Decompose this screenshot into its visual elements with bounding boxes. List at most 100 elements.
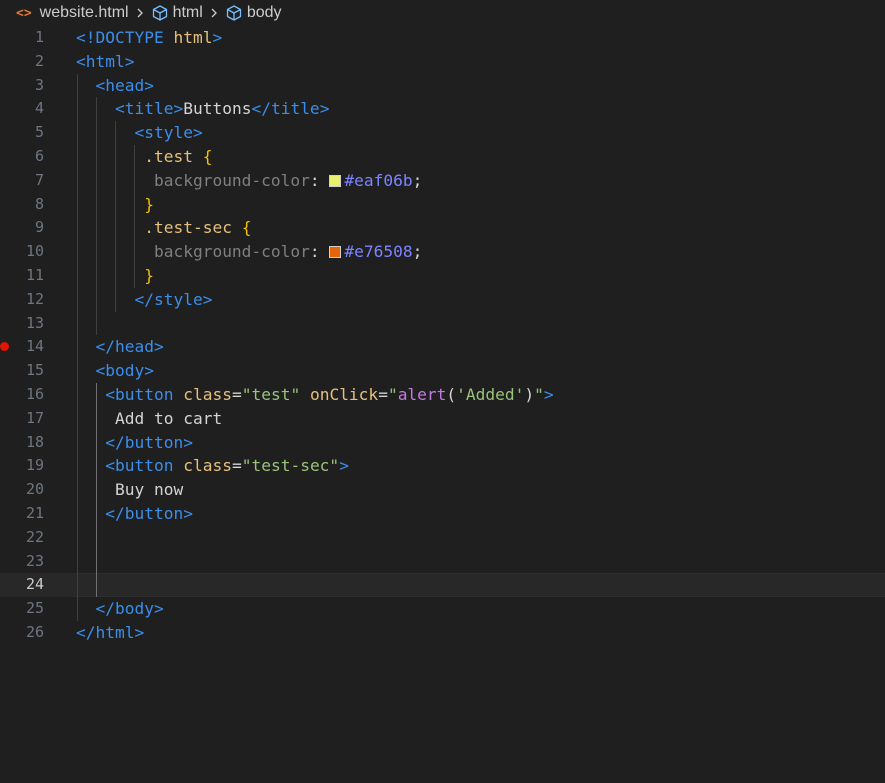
- code-line[interactable]: 21 </button>: [0, 502, 885, 526]
- code-text: background-color: #e76508;: [76, 240, 422, 264]
- code-token: >: [124, 51, 135, 71]
- code-line[interactable]: 14 </head>: [0, 335, 885, 359]
- code-token: >: [153, 337, 164, 357]
- code-token: ;: [412, 170, 423, 190]
- html-file-icon: <>: [16, 5, 32, 21]
- code-token: class: [183, 384, 232, 404]
- code-editor[interactable]: 1 <!DOCTYPE html> 2 <html> 3 <head> 4 <title>…: [0, 26, 885, 645]
- color-swatch[interactable]: [329, 246, 342, 259]
- code-token: title: [124, 99, 174, 119]
- code-line[interactable]: 16 <button class="test" onClick="alert('…: [0, 383, 885, 407]
- code-line[interactable]: 24: [0, 573, 885, 598]
- line-number: 13: [25, 313, 44, 332]
- code-token: =: [231, 456, 242, 476]
- code-line[interactable]: 17 Add to cart: [0, 407, 885, 431]
- chevron-right-icon: [133, 6, 147, 20]
- code-line[interactable]: 20 Buy now: [0, 478, 885, 502]
- code-line[interactable]: 11 }: [0, 264, 885, 288]
- code-line[interactable]: 26 </html>: [0, 621, 885, 645]
- code-line[interactable]: 19 <button class="test-sec">: [0, 454, 885, 478]
- code-token: </: [134, 289, 154, 309]
- line-number: 6: [34, 146, 44, 165]
- breadcrumb-file[interactable]: <> website.html: [16, 4, 129, 22]
- code-line[interactable]: 15 <body>: [0, 359, 885, 383]
- breadcrumb-item-body[interactable]: body: [225, 4, 282, 22]
- code-token: style: [153, 289, 203, 309]
- code-token: {: [241, 218, 252, 238]
- line-number: 18: [25, 432, 44, 451]
- code-token: :: [309, 242, 330, 262]
- indent-guide: [96, 383, 97, 598]
- code-token: >: [212, 28, 223, 47]
- line-number: 8: [34, 194, 44, 213]
- code-line[interactable]: 2 <html>: [0, 50, 885, 74]
- code-token: </: [76, 622, 96, 642]
- code-text: <title>Buttons</title>: [76, 97, 329, 121]
- code-line[interactable]: 3 <head>: [0, 74, 885, 98]
- code-line[interactable]: 7 background-color: #eaf06b;: [0, 169, 885, 193]
- line-number: 23: [25, 551, 44, 570]
- code-text: <button class="test-sec">: [76, 454, 349, 478]
- code-line[interactable]: 6 .test {: [0, 145, 885, 169]
- code-line[interactable]: 5 <style>: [0, 121, 885, 145]
- code-line[interactable]: 9 .test-sec {: [0, 216, 885, 240]
- code-token: body: [115, 599, 154, 619]
- code-line[interactable]: 25 </body>: [0, 597, 885, 621]
- code-token: {: [202, 146, 213, 166]
- code-token: =: [231, 384, 242, 404]
- code-token: .test: [144, 146, 193, 166]
- code-token: .test-sec: [144, 218, 232, 238]
- indent-guide: [96, 97, 97, 336]
- code-line[interactable]: 4 <title>Buttons</title>: [0, 97, 885, 121]
- cube-icon: [151, 4, 169, 22]
- code-line[interactable]: 1 <!DOCTYPE html>: [0, 26, 885, 50]
- code-token: button: [124, 503, 184, 523]
- color-swatch[interactable]: [329, 174, 342, 187]
- code-token: body: [105, 361, 145, 381]
- code-text: <style>: [76, 121, 202, 145]
- code-text: <body>: [76, 359, 154, 383]
- code-token: >: [183, 503, 193, 523]
- code-token: #e76508: [344, 242, 413, 262]
- breadcrumb-file-label: website.html: [39, 4, 129, 21]
- code-token: button: [124, 432, 184, 452]
- code-line[interactable]: 8 }: [0, 193, 885, 217]
- code-text: </html>: [76, 621, 144, 645]
- code-line[interactable]: 12 </style>: [0, 288, 885, 312]
- code-token: "test-sec": [241, 456, 340, 476]
- code-line[interactable]: 10 background-color: #e76508;: [0, 240, 885, 264]
- code-line[interactable]: 22: [0, 526, 885, 550]
- code-token: >: [153, 599, 164, 619]
- code-token: Buy now: [76, 480, 184, 500]
- code-token: >: [134, 622, 145, 642]
- code-line[interactable]: 18 </button>: [0, 431, 885, 455]
- indent-guide: [134, 145, 135, 288]
- code-token: </: [251, 99, 271, 119]
- line-number: 7: [34, 170, 44, 189]
- code-token: head: [105, 75, 145, 95]
- code-line[interactable]: 23: [0, 550, 885, 574]
- line-number: 4: [34, 99, 44, 118]
- breadcrumb: <> website.html html body: [0, 0, 885, 26]
- line-number: 17: [25, 408, 44, 427]
- indent-guide: [77, 73, 78, 621]
- code-token: <: [134, 123, 145, 143]
- code-token: <: [95, 75, 106, 95]
- line-number: 19: [25, 456, 44, 475]
- code-token: Add to cart: [76, 408, 223, 428]
- line-number: 12: [25, 289, 44, 308]
- code-text: Buy now: [76, 478, 183, 502]
- breadcrumb-item-html[interactable]: html: [151, 4, 203, 22]
- line-number: 14: [25, 337, 44, 356]
- code-token: =: [378, 384, 388, 404]
- code-token: style: [144, 123, 193, 143]
- code-token: background-color: [153, 242, 310, 262]
- code-line[interactable]: 13: [0, 312, 885, 336]
- code-token: <: [95, 361, 106, 381]
- code-token: #eaf06b: [344, 170, 413, 190]
- line-number: 11: [25, 265, 44, 284]
- code-token: title: [270, 99, 320, 119]
